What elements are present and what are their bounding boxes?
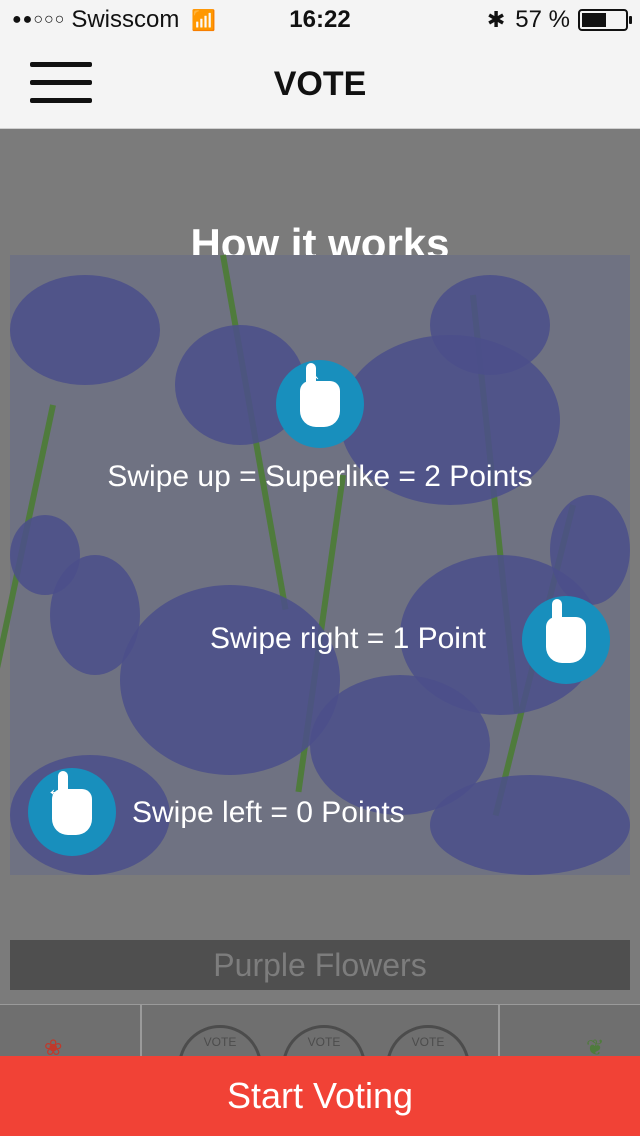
swipe-right-instruction: Swipe right = 1 Point — [210, 622, 486, 655]
vote-thumbnail-strip: ❀ VOTE VOTE VOTE ❦ — [0, 1004, 640, 1109]
page-title: VOTE — [273, 65, 367, 103]
battery-icon — [578, 9, 632, 31]
swipe-up-instruction: Swipe up = Superlike = 2 Points — [107, 460, 533, 493]
battery-percentage: 57 % — [515, 6, 570, 33]
item-name-label: Purple Flowers — [10, 940, 630, 990]
navigation-bar: VOTE — [0, 40, 640, 129]
bluetooth-icon: ✱ — [486, 7, 506, 32]
start-voting-button[interactable]: Start Voting — [0, 1056, 640, 1136]
status-right: ✱ 57 % — [486, 6, 632, 34]
swipe-right-hand-icon: → — [522, 596, 610, 684]
status-bar: ●●○○○ Swisscom 📶 16:22 ✱ 57 % — [0, 0, 640, 40]
swipe-up-hand-icon: ↑ — [276, 360, 364, 448]
swipe-left-instruction: Swipe left = 0 Points — [132, 796, 405, 829]
swipe-left-hand-icon: ← — [28, 768, 116, 856]
